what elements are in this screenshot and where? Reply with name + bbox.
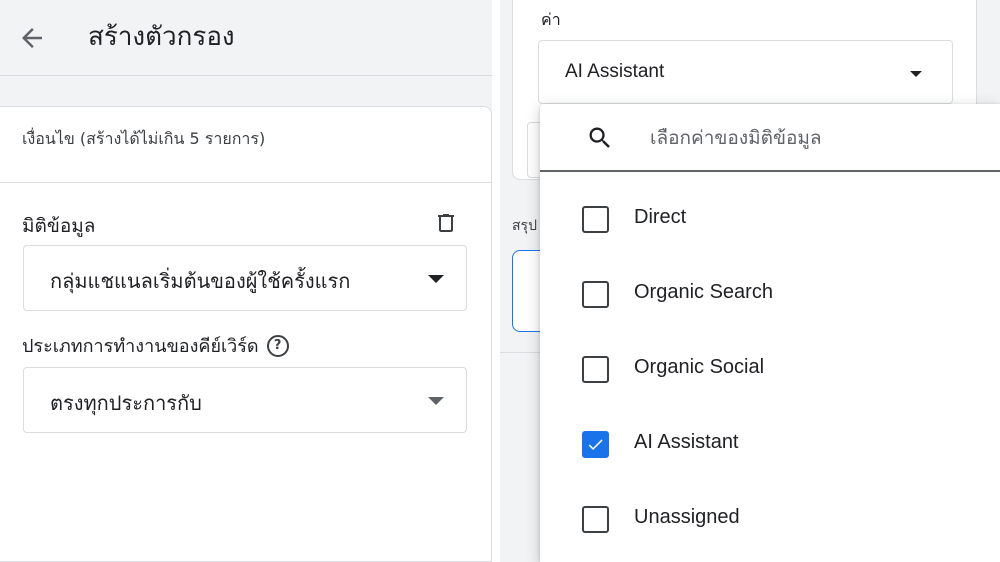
panel-header: สร้างตัวกรอง [0,0,492,76]
dropdown-option[interactable]: Organic Search [540,265,1000,325]
dimension-select[interactable]: กลุ่มแชแนลเริ่มต้นของผู้ใช้ครั้งแรก [23,245,467,311]
checkbox[interactable] [582,206,609,233]
dropdown-option[interactable]: Unassigned [540,490,1000,550]
option-label: Organic Search [634,281,773,303]
divider [0,182,491,183]
dropdown-search-input[interactable] [650,120,970,156]
checkbox[interactable] [582,281,609,308]
match-type-value: ตรงทุกประการกับ [50,391,202,415]
conditions-card: เงื่อนไข (สร้างได้ไม่เกิน 5 รายการ) มิติ… [0,106,492,562]
match-type-select[interactable]: ตรงทุกประการกับ [23,367,467,433]
search-icon [589,127,610,148]
dimension-label: มิติข้อมูล [22,215,96,237]
summary-label: สรุป [512,218,537,234]
value-label: ค่า [541,10,561,29]
checkbox[interactable] [582,506,609,533]
dropdown-search [540,104,1000,172]
arrow-left-icon [22,28,42,48]
check-icon [588,439,603,451]
match-type-label: ประเภทการทำงานของคีย์เวิร์ด ? [22,331,289,360]
dropdown-option[interactable]: AI Assistant [540,415,1000,475]
conditions-label: เงื่อนไข (สร้างได้ไม่เกิน 5 รายการ) [22,129,266,148]
match-type-label-text: ประเภทการทำงานของคีย์เวิร์ด [22,336,259,357]
filter-panel: สร้างตัวกรอง เงื่อนไข (สร้างได้ไม่เกิน 5… [0,0,492,562]
caret-down-icon [910,71,922,77]
page-title: สร้างตัวกรอง [88,22,235,52]
divider [500,352,540,353]
help-circle-icon[interactable]: ? [266,334,289,357]
value-select-value: AI Assistant [565,61,665,82]
option-label: Unassigned [634,506,740,528]
dimension-value: กลุ่มแชแนลเริ่มต้นของผู้ใช้ครั้งแรก [50,269,351,293]
value-dropdown-menu: Direct Organic Search Organic Social AI … [540,104,1000,562]
checkbox[interactable] [582,356,609,383]
trash-icon [438,214,454,232]
caret-down-icon [428,397,444,405]
caret-down-icon [428,275,444,283]
dropdown-option[interactable]: Direct [540,190,1000,250]
value-select[interactable]: AI Assistant [538,40,953,104]
dropdown-option[interactable]: Organic Social [540,340,1000,400]
option-label: Direct [634,206,687,228]
delete-condition-button[interactable] [430,207,462,239]
option-label: AI Assistant [634,431,739,453]
back-button[interactable] [12,18,52,58]
option-label: Organic Social [634,356,765,378]
checkbox-checked[interactable] [582,431,609,458]
